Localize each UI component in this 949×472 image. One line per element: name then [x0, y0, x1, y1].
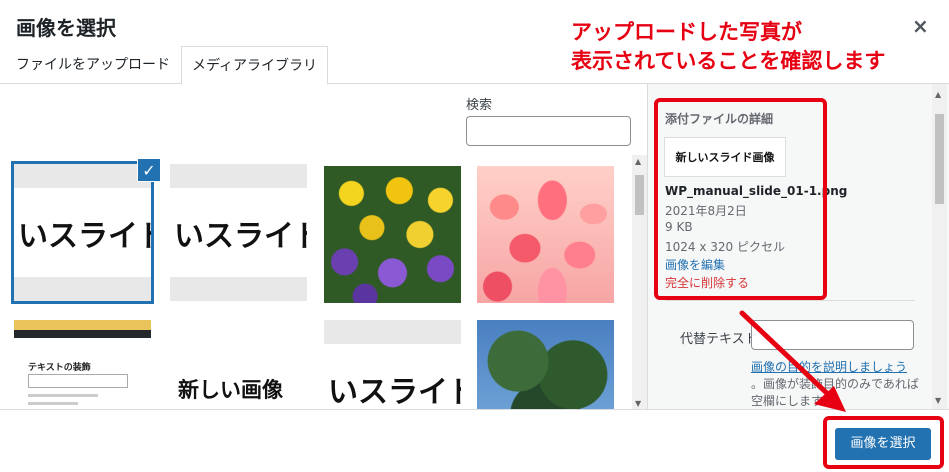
search-label: 検索	[466, 98, 493, 113]
media-modal: 画像を選択 × ファイルをアップロード メディアライブラリ 検索 いスライド い…	[0, 0, 949, 472]
scroll-down-icon[interactable]: ▼	[635, 399, 641, 408]
tab-upload[interactable]: ファイルをアップロード	[6, 46, 180, 84]
dialog-title: 画像を選択	[16, 16, 116, 40]
annotation-line: 表示されていることを確認します	[571, 49, 886, 73]
media-item-tree-photo[interactable]	[477, 320, 614, 409]
slide-thumbnail: 新しい画像	[170, 320, 307, 409]
grid-scrollbar[interactable]: ▲ ▼	[632, 155, 647, 410]
media-grid-area: 検索 いスライド いスライド テキストの装飾	[0, 84, 647, 409]
slide-band	[14, 164, 151, 188]
divider	[665, 300, 915, 301]
slide-thumbnail: いスライド	[14, 164, 151, 301]
screenshot-text: テキストの装飾	[28, 363, 91, 373]
scroll-thumb[interactable]	[935, 114, 944, 204]
screenshot-box	[28, 374, 128, 388]
alt-text-input[interactable]	[751, 320, 914, 350]
tab-media-library[interactable]: メディアライブラリ	[181, 46, 329, 85]
scroll-up-icon[interactable]: ▲	[635, 157, 641, 166]
close-icon[interactable]: ×	[912, 14, 929, 38]
media-item[interactable]: いスライド	[324, 320, 461, 409]
annotation-highlight-button	[823, 416, 944, 469]
media-item-pansies-photo[interactable]	[324, 166, 461, 303]
slide-band	[170, 164, 307, 188]
slide-band	[324, 320, 461, 344]
slide-thumbnail: いスライド	[170, 164, 307, 301]
slide-text: いスライド	[174, 218, 307, 254]
slide-band	[170, 277, 307, 301]
search-input[interactable]	[466, 116, 631, 146]
alt-text-help-link[interactable]: 画像の目的を説明しましょう	[751, 358, 907, 375]
media-item-screenshot[interactable]: テキストの装飾	[14, 320, 151, 409]
screenshot-line	[28, 394, 98, 397]
media-item[interactable]: いスライド	[11, 161, 154, 304]
screenshot-line	[28, 402, 78, 405]
media-item[interactable]: 新しい画像	[170, 320, 307, 409]
media-item-tulips-photo[interactable]	[477, 166, 614, 303]
media-item[interactable]: いスライド	[170, 164, 307, 301]
annotation-note: アップロードした写真が 表示されていることを確認します	[571, 18, 885, 76]
screenshot-menubar	[14, 330, 151, 338]
slide-band	[14, 277, 151, 301]
slide-text: いスライド	[18, 218, 151, 254]
modal-toolbar: 画像を選択	[0, 409, 949, 472]
screenshot-toolbar	[14, 320, 151, 330]
slide-text: いスライド	[328, 374, 461, 410]
selected-check-icon[interactable]: ✓	[137, 158, 161, 182]
slide-thumbnail: いスライド	[324, 320, 461, 409]
annotation-line: アップロードした写真が	[571, 20, 802, 44]
slide-text: 新しい画像	[178, 377, 283, 402]
alt-text-label: 代替テキスト	[680, 332, 758, 347]
annotation-highlight-details	[654, 98, 827, 300]
scroll-down-icon[interactable]: ▼	[935, 396, 941, 405]
scroll-up-icon[interactable]: ▲	[935, 90, 941, 99]
sidebar-scrollbar[interactable]: ▲ ▼	[932, 84, 947, 409]
scroll-thumb[interactable]	[635, 175, 644, 215]
alt-text-help: 。画像が装飾目的のみであれば空欄にします。	[751, 377, 919, 408]
